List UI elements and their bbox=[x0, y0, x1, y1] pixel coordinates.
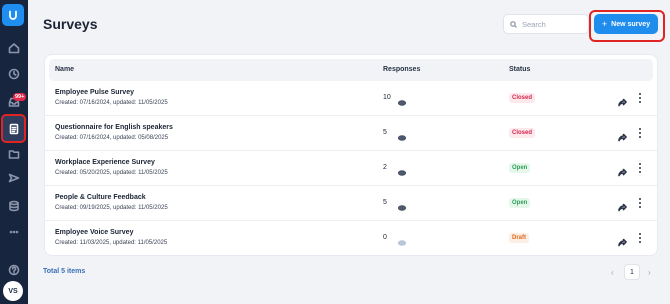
survey-dates: Created: 07/16/2024, updated: 05/08/2025 bbox=[55, 135, 169, 141]
survey-title[interactable]: Workplace Experience Survey bbox=[55, 159, 155, 166]
survey-title[interactable]: People & Culture Feedback bbox=[55, 194, 146, 201]
nav-data[interactable] bbox=[4, 196, 24, 216]
share-icon[interactable] bbox=[618, 199, 627, 212]
column-name: Name bbox=[55, 66, 75, 73]
search-icon bbox=[510, 20, 517, 28]
send-icon bbox=[8, 173, 20, 183]
view-responses-icon[interactable] bbox=[397, 199, 407, 211]
response-count: 10 bbox=[383, 94, 391, 101]
nav-help[interactable] bbox=[4, 260, 24, 280]
search-placeholder: Search bbox=[522, 19, 546, 29]
survey-dates: Created: 05/20/2025, updated: 11/05/2025 bbox=[55, 170, 168, 176]
survey-icon bbox=[9, 123, 18, 134]
view-responses-icon[interactable] bbox=[397, 129, 407, 141]
nav-history[interactable] bbox=[4, 64, 24, 84]
search-input[interactable]: Search bbox=[503, 14, 589, 34]
table-row[interactable]: Questionnaire for English speakers Creat… bbox=[45, 116, 657, 151]
chevron-left-icon[interactable]: ‹ bbox=[611, 268, 614, 277]
chevron-right-icon[interactable]: › bbox=[648, 268, 651, 277]
view-responses-icon bbox=[397, 234, 407, 246]
column-status: Status bbox=[509, 66, 531, 73]
survey-dates: Created: 09/19/2025, updated: 11/05/2025 bbox=[55, 205, 168, 211]
response-count: 2 bbox=[383, 164, 387, 171]
survey-dates: Created: 07/16/2024, updated: 11/05/2025 bbox=[55, 100, 168, 106]
total-items: Total 5 items bbox=[43, 268, 86, 275]
table-header: Name Responses Status bbox=[49, 59, 653, 81]
response-count: 5 bbox=[383, 129, 387, 136]
row-menu-icon[interactable] bbox=[636, 197, 644, 209]
folder-icon bbox=[8, 150, 20, 159]
notification-badge: 99+ bbox=[13, 93, 27, 101]
view-responses-icon[interactable] bbox=[397, 94, 407, 106]
status-badge: Open bbox=[509, 198, 531, 208]
share-icon[interactable] bbox=[618, 129, 627, 142]
nav-folders[interactable] bbox=[4, 144, 24, 164]
status-badge: Closed bbox=[509, 93, 536, 103]
sidebar: 99+ VS bbox=[0, 0, 28, 304]
more-icon bbox=[9, 230, 19, 234]
row-menu-icon[interactable] bbox=[636, 127, 644, 139]
share-icon[interactable] bbox=[618, 164, 627, 177]
user-avatar[interactable]: VS bbox=[3, 281, 23, 301]
nav-home[interactable] bbox=[4, 38, 24, 58]
nav-surveys[interactable] bbox=[1, 114, 26, 143]
app-logo[interactable] bbox=[2, 4, 24, 26]
clock-icon bbox=[8, 68, 20, 80]
survey-title[interactable]: Employee Pulse Survey bbox=[55, 89, 134, 96]
table-row[interactable]: Employee Voice Survey Created: 11/03/202… bbox=[45, 221, 657, 256]
status-badge: Draft bbox=[509, 233, 530, 243]
help-icon bbox=[8, 264, 20, 276]
share-icon[interactable] bbox=[618, 94, 627, 107]
new-survey-button[interactable]: + New survey bbox=[594, 14, 658, 34]
response-count: 5 bbox=[383, 199, 387, 206]
nav-distribute[interactable] bbox=[4, 168, 24, 188]
database-icon bbox=[9, 200, 19, 212]
table-row[interactable]: Employee Pulse Survey Created: 07/16/202… bbox=[45, 81, 657, 116]
row-menu-icon[interactable] bbox=[636, 232, 644, 244]
row-menu-icon[interactable] bbox=[636, 92, 644, 104]
plus-icon: + bbox=[601, 19, 608, 29]
status-badge: Closed bbox=[509, 128, 536, 138]
nav-more[interactable] bbox=[4, 222, 24, 242]
page-number-button[interactable]: 1 bbox=[624, 264, 640, 280]
survey-title[interactable]: Questionnaire for English speakers bbox=[55, 124, 173, 131]
surveys-table: Name Responses Status Employee Pulse Sur… bbox=[44, 54, 658, 256]
share-icon[interactable] bbox=[618, 234, 627, 247]
page-title: Surveys bbox=[43, 16, 98, 32]
table-row[interactable]: People & Culture Feedback Created: 09/19… bbox=[45, 186, 657, 221]
survey-title[interactable]: Employee Voice Survey bbox=[55, 229, 133, 236]
home-icon bbox=[8, 43, 20, 54]
status-badge: Open bbox=[509, 163, 531, 173]
new-survey-label: New survey bbox=[611, 20, 651, 28]
logo-icon bbox=[9, 10, 17, 20]
row-menu-icon[interactable] bbox=[636, 162, 644, 174]
response-count: 0 bbox=[383, 234, 387, 241]
survey-dates: Created: 11/03/2025, updated: 11/05/2025 bbox=[55, 240, 168, 246]
table-row[interactable]: Workplace Experience Survey Created: 05/… bbox=[45, 151, 657, 186]
column-responses: Responses bbox=[383, 66, 421, 73]
view-responses-icon[interactable] bbox=[397, 164, 407, 176]
